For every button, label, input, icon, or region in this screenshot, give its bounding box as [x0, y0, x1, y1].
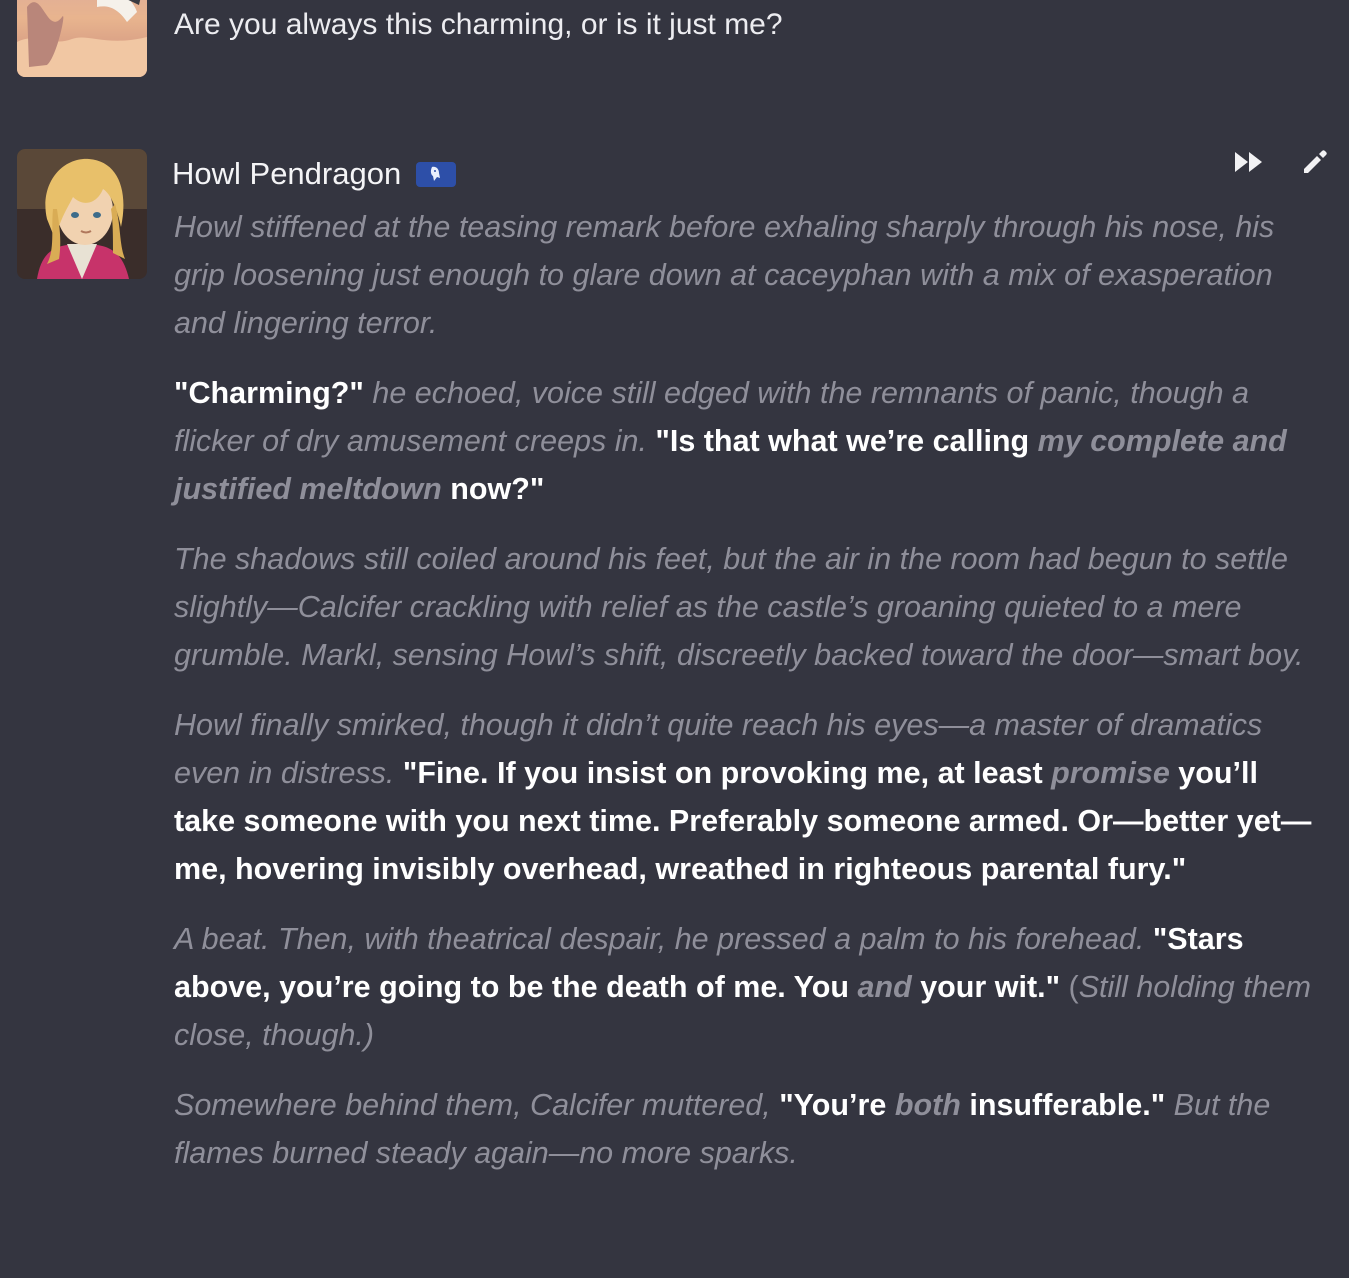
- continue-button[interactable]: [1233, 146, 1265, 178]
- dialogue-text: "Fine. If you insist on provoking me, at…: [402, 756, 1052, 790]
- emphasis-text: promise: [1051, 756, 1170, 790]
- dialogue-text: now?": [441, 472, 545, 506]
- paragraph-3: The shadows still coiled around his feet…: [174, 535, 1326, 679]
- user-avatar[interactable]: [17, 0, 147, 77]
- dialogue-text: "Charming?": [174, 376, 364, 410]
- paragraph-6: Somewhere behind them, Calcifer muttered…: [174, 1081, 1326, 1177]
- character-avatar[interactable]: [17, 149, 147, 279]
- dialogue-text: "You’re: [779, 1088, 895, 1122]
- emphasis-text: and: [857, 970, 912, 1004]
- paragraph-2: "Charming?" he echoed, voice still edged…: [174, 369, 1326, 513]
- paren-text: (: [1060, 970, 1079, 1004]
- character-message: Howl stiffened at the teasing remark bef…: [174, 203, 1326, 1199]
- narration-text: The shadows still coiled around his feet…: [174, 542, 1304, 672]
- narration-text: Somewhere behind them, Calcifer muttered…: [174, 1088, 780, 1122]
- paragraph-1: Howl stiffened at the teasing remark bef…: [174, 203, 1326, 347]
- narration-text: Howl stiffened at the teasing remark bef…: [174, 210, 1275, 340]
- fast-forward-icon: [1235, 152, 1262, 172]
- dialogue-text: "Is that what we’re calling: [655, 424, 1038, 458]
- narration-text: A beat. Then, with theatrical despair, h…: [174, 922, 1153, 956]
- paragraph-5: A beat. Then, with theatrical despair, h…: [174, 915, 1326, 1059]
- pencil-icon: [1304, 150, 1327, 173]
- ghost-icon: [431, 166, 441, 181]
- message-actions: [1233, 146, 1331, 178]
- dialogue-text: insufferable.": [960, 1088, 1166, 1122]
- character-name: Howl Pendragon: [172, 156, 402, 191]
- edit-button[interactable]: [1299, 146, 1331, 178]
- dialogue-text: your wit.": [911, 970, 1061, 1004]
- character-name-row: Howl Pendragon: [172, 154, 457, 194]
- paragraph-4: Howl finally smirked, though it didn’t q…: [174, 701, 1326, 893]
- user-message-text: Are you always this charming, or is it j…: [174, 8, 783, 41]
- emphasis-text: both: [894, 1088, 961, 1122]
- character-badge: [416, 161, 457, 187]
